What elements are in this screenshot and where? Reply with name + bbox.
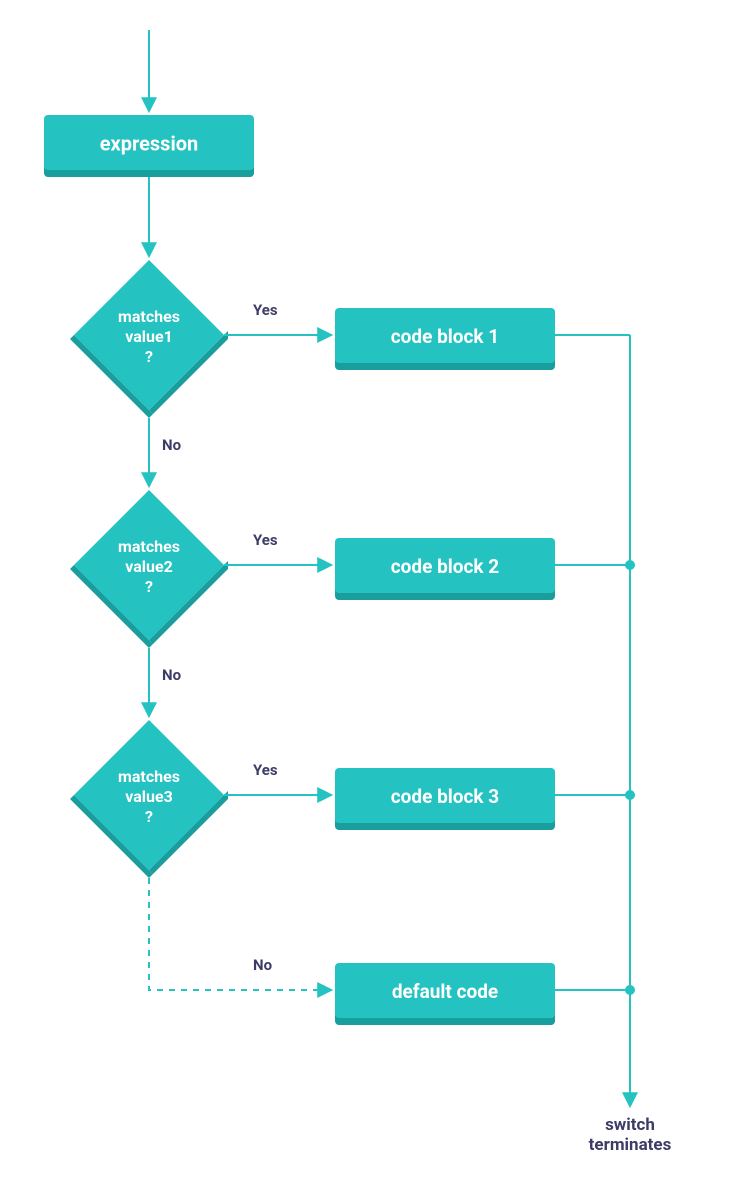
svg-text:matches: matches	[118, 767, 180, 786]
junction-dot-2	[625, 560, 635, 570]
terminate-line1: switch	[605, 1115, 655, 1135]
junction-dot-3	[625, 790, 635, 800]
d3-yes-label: Yes	[253, 761, 278, 779]
decision-2: matches value2 ?	[70, 490, 228, 648]
d2-yes-label: Yes	[253, 531, 278, 549]
switch-flowchart: expression matches value1 ? Yes code blo…	[0, 0, 754, 1200]
expression-label: expression	[100, 131, 199, 155]
decision-1: matches value1 ?	[70, 260, 228, 418]
default-block-label: default code	[392, 980, 498, 1003]
d1-yes-label: Yes	[253, 301, 278, 319]
svg-text:?: ?	[145, 807, 153, 826]
svg-text:matches: matches	[118, 307, 180, 326]
svg-text:?: ?	[145, 577, 153, 596]
svg-text:?: ?	[145, 347, 153, 366]
svg-text:value3: value3	[125, 787, 173, 806]
svg-text:value2: value2	[125, 557, 173, 576]
d2-no-label: No	[162, 666, 181, 684]
d1-no-label: No	[162, 436, 181, 454]
code-block-3-label: code block 3	[391, 785, 499, 808]
code-block-1-label: code block 1	[391, 325, 499, 348]
code-block-2-label: code block 2	[391, 555, 500, 578]
junction-dot-4	[625, 985, 635, 995]
svg-text:matches: matches	[118, 537, 180, 556]
arrow-d3-default	[149, 878, 330, 990]
svg-text:value1: value1	[125, 327, 173, 346]
terminate-line2: terminates	[589, 1135, 672, 1155]
d3-no-label: No	[253, 956, 272, 974]
decision-3: matches value3 ?	[70, 720, 228, 878]
